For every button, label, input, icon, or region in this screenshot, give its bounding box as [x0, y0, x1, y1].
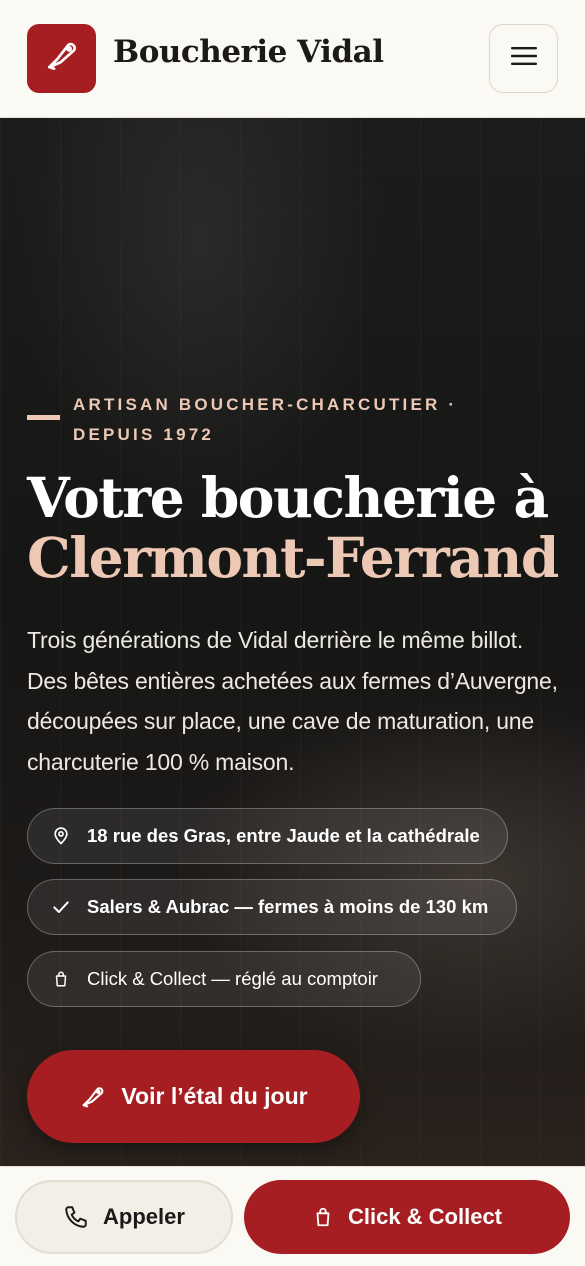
hero-title-city: Clermont-Ferrand: [27, 525, 559, 590]
menu-button[interactable]: [489, 24, 558, 93]
hero-lead: Trois générations de Vidal derrière le m…: [27, 627, 558, 775]
cleaver-tag-icon: [79, 1083, 107, 1111]
feature-pill-click-collect: Click & Collect — réglé au comptoir: [27, 951, 421, 1007]
check-icon: [50, 896, 72, 918]
feature-pill-address: 18 rue des Gras, entre Jaude et la cathé…: [27, 808, 508, 864]
cleaver-tag-icon: [43, 37, 81, 80]
hero-title-line1: Votre boucherie à: [27, 465, 549, 530]
call-button[interactable]: Appeler: [15, 1180, 233, 1254]
feature-label: Salers & Aubrac — fermes à moins de 130 …: [87, 896, 489, 917]
shopping-bag-icon: [312, 1205, 334, 1229]
view-daily-stall-button[interactable]: Voir l’étal du jour: [27, 1050, 360, 1143]
site-header: Boucherie Vidal: [0, 0, 585, 118]
map-pin-icon: [50, 825, 72, 847]
click-collect-label: Click & Collect: [347, 1204, 503, 1229]
hero-section: Artisan boucher-charcutier · depuis 1972…: [0, 118, 585, 1166]
brand-name[interactable]: Boucherie Vidal: [113, 34, 384, 70]
shopping-bag-icon: [50, 968, 72, 990]
hero-eyebrow: Artisan boucher-charcutier · depuis 1972: [73, 395, 458, 444]
bottom-action-bar: Appeler Click & Collect: [0, 1166, 585, 1266]
feature-pill-farms: Salers & Aubrac — fermes à moins de 130 …: [27, 879, 517, 935]
eyebrow-divider: [27, 415, 60, 420]
hero-title: Votre boucherie à Clermont-Ferrand: [27, 468, 572, 588]
feature-label: Click & Collect — réglé au comptoir: [87, 968, 378, 989]
feature-label: 18 rue des Gras, entre Jaude et la cathé…: [87, 825, 480, 846]
call-label: Appeler: [103, 1204, 185, 1229]
cta-label: Voir l’étal du jour: [121, 1083, 308, 1109]
click-collect-button[interactable]: Click & Collect: [244, 1180, 570, 1254]
hamburger-menu-icon: [510, 46, 538, 71]
phone-icon: [63, 1204, 89, 1230]
logo[interactable]: [27, 24, 96, 93]
